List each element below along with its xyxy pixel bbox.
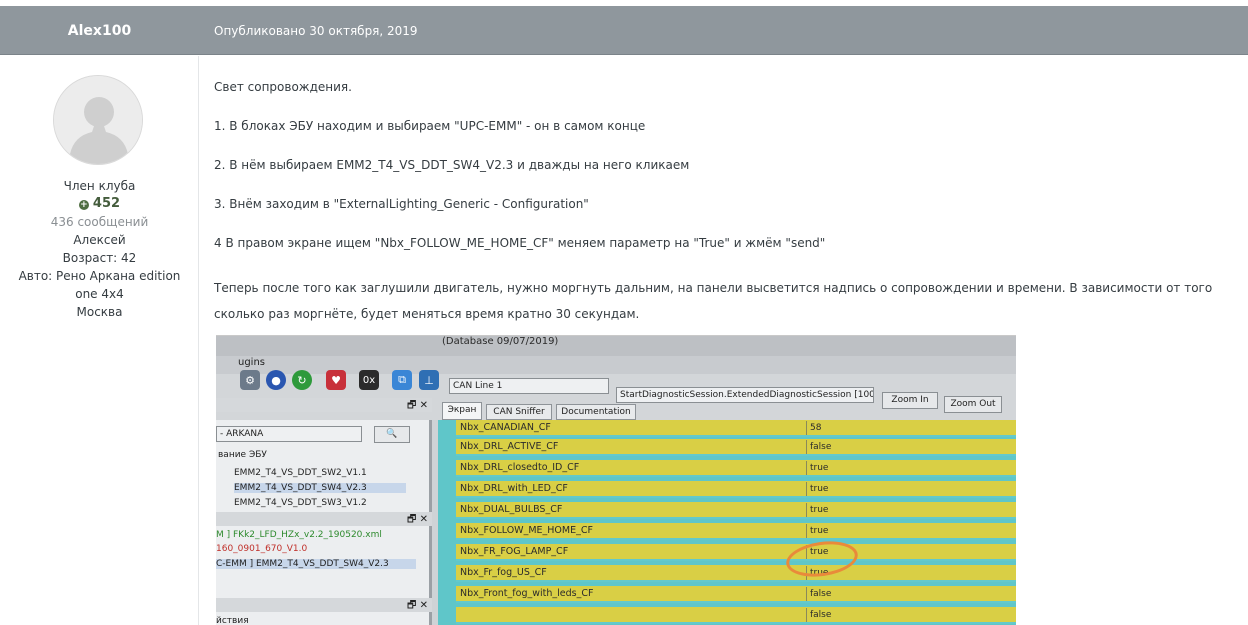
hex-icon: 0x — [359, 370, 379, 390]
paragraph-1: Свет сопровождения. — [214, 80, 352, 94]
pane-close-icon[interactable]: 🗗 ✕ — [407, 512, 428, 529]
can-line-select[interactable]: CAN Line 1 — [449, 378, 609, 394]
table-row[interactable]: Nbx_Front_fog_with_leds_CF false — [456, 586, 1016, 603]
vehicle-value: - ARKANA — [220, 429, 264, 439]
file-item[interactable]: M ] FKk2_LFD_HZx_v2.2_190520.xml — [216, 530, 382, 540]
member-group: Член клуба — [63, 179, 136, 193]
refresh-icon: ↻ — [292, 370, 312, 390]
photo-left-pane: 🗗 ✕ - ARKANA 🔍 вание ЭБУ EMM2_T4_VS_DDT_… — [216, 398, 432, 625]
session-value: StartDiagnosticSession.ExtendedDiagnosti… — [620, 390, 874, 400]
reputation-badge[interactable]: +452 — [0, 195, 199, 213]
tab-documentation[interactable]: Documentation — [556, 404, 636, 420]
table-row[interactable]: Nbx_DRL_ACTIVE_CF false — [456, 439, 1016, 456]
record-icon: ● — [266, 370, 286, 390]
real-name: Алексей — [73, 233, 126, 247]
paragraph-5: 4 В правом экране ищем "Nbx_FOLLOW_ME_HO… — [214, 236, 826, 250]
avatar[interactable] — [53, 75, 143, 165]
photo-title-text: (Database 09/07/2019) — [442, 336, 559, 347]
table-row[interactable]: false — [456, 607, 1016, 624]
table-row[interactable]: Nbx_DUAL_BULBS_CF true — [456, 502, 1016, 519]
plug-icon: ⊥ — [419, 370, 439, 390]
reputation-value: 452 — [92, 196, 121, 211]
age: Возраст: 42 — [62, 251, 137, 265]
ecu-item[interactable]: EMM2_T4_VS_DDT_SW2_V1.1 — [234, 468, 367, 478]
gear-icon: ⚙ — [240, 370, 260, 390]
paragraph-3: 2. В нём выбираем EMM2_T4_VS_DDT_SW4_V2.… — [214, 158, 690, 172]
zoom-in-button[interactable]: Zoom In — [882, 392, 938, 409]
paragraph-6: Теперь после того как заглушили двигател… — [214, 281, 1213, 321]
plus-icon: + — [78, 200, 89, 210]
post-header: Alex100 Опубликовано 30 октября, 2019 — [0, 6, 1248, 55]
pane-close-icon[interactable]: 🗗 ✕ — [407, 398, 428, 415]
ecu-item-selected[interactable]: EMM2_T4_VS_DDT_SW4_V2.3 — [234, 483, 406, 493]
pane-close-icon[interactable]: 🗗 ✕ — [407, 598, 428, 615]
paragraph-4: 3. Внём заходим в "ExternalLighting_Gene… — [214, 197, 589, 211]
attached-photo[interactable]: (Database 09/07/2019) ugins ⚙ ● ↻ ♥ 0x ⧉… — [216, 335, 1016, 625]
table-row[interactable]: Nbx_DRL_with_LED_CF true — [456, 481, 1016, 498]
ecu-item[interactable]: EMM2_T4_VS_DDT_SW3_V1.2 — [234, 498, 367, 508]
network-icon: ⧉ — [392, 370, 412, 390]
table-row[interactable]: Nbx_FOLLOW_ME_HOME_CF true — [456, 523, 1016, 540]
post-date[interactable]: Опубликовано 30 октября, 2019 — [214, 6, 418, 55]
author-sidebar: Член клуба +452 436 сообщений Алексей Во… — [0, 56, 199, 625]
file-item-selected[interactable]: C-EMM ] EMM2_T4_VS_DDT_SW4_V2.3 — [216, 559, 416, 569]
post-count: 436 сообщений — [50, 215, 149, 229]
paragraph-2: 1. В блоках ЭБУ находим и выбираем "UPC-… — [214, 119, 646, 133]
can-line-value: CAN Line 1 — [453, 381, 503, 391]
ecu-label: вание ЭБУ — [218, 450, 267, 460]
photo-window-title: (Database 09/07/2019) — [216, 336, 1016, 356]
heart-monitor-icon: ♥ — [326, 370, 346, 390]
author-name-link[interactable]: Alex100 — [0, 6, 199, 55]
car: Авто: Рено Аркана edition one 4x4 — [18, 269, 181, 301]
search-icon[interactable]: 🔍 — [374, 426, 410, 443]
photo-menu-text: ugins — [238, 357, 266, 368]
vehicle-select[interactable]: - ARKANA — [216, 426, 362, 442]
pane-header-1: 🗗 ✕ — [216, 398, 432, 412]
zoom-out-button[interactable]: Zoom Out — [944, 396, 1002, 413]
pane-header-2: 🗗 ✕ — [216, 512, 432, 526]
table-row[interactable]: Nbx_FR_FOG_LAMP_CF true — [456, 544, 1016, 561]
table-row[interactable]: Nbx_CANADIAN_CF 58 — [456, 420, 1016, 437]
city: Москва — [76, 305, 123, 319]
table-row[interactable]: Nbx_Fr_fog_US_CF true — [456, 565, 1016, 582]
actions-label: йствия — [216, 616, 249, 625]
file-item[interactable]: 160_0901_670_V1.0 — [216, 544, 307, 554]
tab-screen[interactable]: Экран — [442, 402, 482, 420]
user-silhouette-icon — [54, 76, 142, 164]
session-select[interactable]: StartDiagnosticSession.ExtendedDiagnosti… — [616, 387, 874, 403]
tab-can-sniffer[interactable]: CAN Sniffer — [486, 404, 552, 420]
pane-header-3: 🗗 ✕ — [216, 598, 432, 612]
table-row[interactable]: Nbx_DRL_closedto_ID_CF true — [456, 460, 1016, 477]
parameter-grid: Nbx_CANADIAN_CF 58 Nbx_DRL_ACTIVE_CF false… — [438, 420, 1016, 625]
